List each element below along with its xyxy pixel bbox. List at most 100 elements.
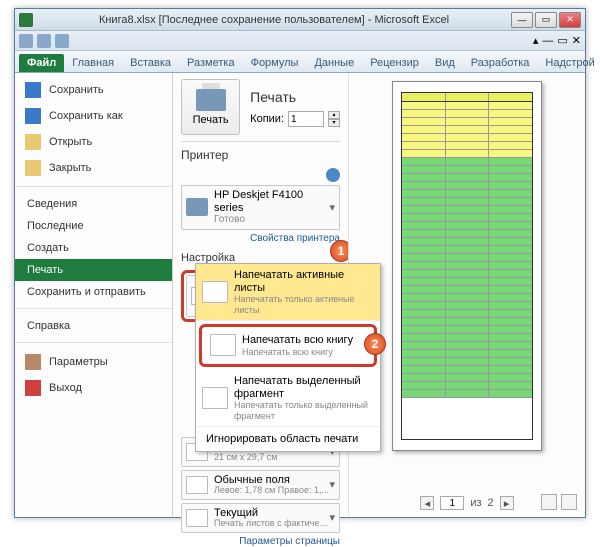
zoom-to-page-button[interactable] — [541, 494, 557, 510]
printer-small-icon — [186, 198, 208, 216]
nav-save-label: Сохранить — [49, 84, 104, 96]
scale-sub: Печать листов с фактическ... — [214, 519, 329, 529]
pager-of-label: из — [470, 497, 481, 509]
workbook-icon — [210, 334, 236, 356]
dd-entire-workbook[interactable]: Напечатать всю книгуНапечатать всю книгу — [204, 329, 372, 362]
dd-opt3-sub: Напечатать только выделенный фрагмент — [234, 400, 374, 421]
scale-selector[interactable]: ТекущийПечать листов с фактическ... ▾ — [181, 503, 340, 533]
scale-label: Текущий — [214, 507, 329, 519]
nav-options[interactable]: Параметры — [15, 349, 172, 375]
nav-recent-label: Последние — [27, 220, 84, 232]
nav-share-label: Сохранить и отправить — [27, 286, 146, 298]
nav-saveas[interactable]: Сохранить как — [15, 103, 172, 129]
pager: ◂ из 2 ▸ — [420, 496, 513, 510]
dd-opt4-label: Игнорировать область печати — [206, 433, 358, 445]
nav-share[interactable]: Сохранить и отправить — [15, 281, 172, 309]
tab-view[interactable]: Вид — [427, 54, 463, 72]
highlighted-ring-2: 2 Напечатать всю книгуНапечатать всю кни… — [199, 324, 377, 367]
qat-undo-icon[interactable] — [37, 34, 51, 48]
ribbon-tabs: Файл Главная Вставка Разметка Формулы Да… — [15, 51, 585, 73]
selection-icon — [202, 387, 228, 409]
paper-sub: 21 см x 29,7 см — [214, 453, 329, 463]
save-icon — [25, 82, 41, 98]
annotation-badge-2: 2 — [364, 333, 386, 355]
copies-spinner[interactable]: ▴▾ — [328, 111, 340, 127]
mdi-minimize-button[interactable]: — — [542, 35, 553, 47]
pager-total: 2 — [488, 497, 494, 509]
tab-file[interactable]: Файл — [19, 54, 64, 72]
nav-recent[interactable]: Последние — [15, 215, 172, 237]
nav-print-label: Печать — [27, 264, 63, 276]
excel-icon — [19, 13, 33, 27]
tab-insert[interactable]: Вставка — [122, 54, 179, 72]
backstage-nav: Сохранить Сохранить как Открыть Закрыть … — [15, 73, 173, 516]
margins-icon — [186, 476, 208, 494]
tab-addins[interactable]: Надстрой — [537, 54, 600, 72]
nav-new[interactable]: Создать — [15, 237, 172, 259]
nav-open-label: Открыть — [49, 136, 92, 148]
nav-exit-label: Выход — [49, 382, 82, 394]
minimize-button[interactable]: — — [511, 12, 533, 28]
sheets-icon — [202, 281, 228, 303]
chevron-down-icon: ▾ — [329, 511, 335, 524]
printer-heading: Принтер — [181, 148, 340, 162]
open-icon — [25, 134, 41, 150]
titlebar: Книга8.xlsx [Последнее сохранение пользо… — [15, 9, 585, 31]
nav-print[interactable]: Печать — [15, 259, 172, 281]
printer-name: HP Deskjet F4100 series — [214, 189, 329, 214]
info-icon[interactable] — [326, 168, 340, 182]
nav-close[interactable]: Закрыть — [15, 155, 172, 187]
window-title: Книга8.xlsx [Последнее сохранение пользо… — [39, 14, 509, 26]
printer-properties-link[interactable]: Свойства принтера — [181, 233, 340, 244]
close-icon — [25, 160, 41, 176]
nav-info-label: Сведения — [27, 198, 77, 210]
mdi-close-button[interactable]: ✕ — [572, 34, 581, 47]
tab-data[interactable]: Данные — [306, 54, 362, 72]
printer-selector[interactable]: HP Deskjet F4100 series Готово ▾ — [181, 185, 340, 230]
tab-developer[interactable]: Разработка — [463, 54, 538, 72]
nav-help-label: Справка — [27, 320, 70, 332]
exit-icon — [25, 380, 41, 396]
nav-save[interactable]: Сохранить — [15, 77, 172, 103]
scale-icon — [186, 509, 208, 527]
quick-access-toolbar: ▴ — ▭ ✕ — [15, 31, 585, 51]
tab-home[interactable]: Главная — [64, 54, 122, 72]
page-input[interactable] — [440, 496, 464, 510]
nav-info[interactable]: Сведения — [15, 193, 172, 215]
tab-formulas[interactable]: Формулы — [243, 54, 307, 72]
show-margins-button[interactable] — [561, 494, 577, 510]
saveas-icon — [25, 108, 41, 124]
settings-heading: Настройка 1 — [181, 250, 340, 264]
printer-icon — [196, 89, 226, 111]
ribbon-minimize-button[interactable]: ▴ — [533, 34, 539, 47]
printer-status: Готово — [214, 214, 329, 226]
print-button-label: Печать — [193, 114, 229, 126]
tab-layout[interactable]: Разметка — [179, 54, 243, 72]
mdi-restore-button[interactable]: ▭ — [557, 34, 567, 47]
maximize-button[interactable]: ▭ — [535, 12, 557, 28]
nav-options-label: Параметры — [49, 356, 108, 368]
margins-label: Обычные поля — [214, 474, 329, 486]
dd-opt1-label: Напечатать активные листы — [234, 269, 374, 294]
page-next-button[interactable]: ▸ — [500, 496, 514, 510]
copies-input[interactable] — [288, 111, 324, 127]
print-button[interactable]: Печать — [181, 79, 240, 135]
options-icon — [25, 354, 41, 370]
dd-active-sheets[interactable]: Напечатать активные листыНапечатать толь… — [196, 264, 380, 321]
qat-redo-icon[interactable] — [55, 34, 69, 48]
qat-save-icon[interactable] — [19, 34, 33, 48]
nav-open[interactable]: Открыть — [15, 129, 172, 155]
nav-new-label: Создать — [27, 242, 69, 254]
margins-selector[interactable]: Обычные поляЛевое: 1,78 см Правое: 1,...… — [181, 470, 340, 500]
close-button[interactable]: ✕ — [559, 12, 581, 28]
print-heading: Печать — [250, 89, 340, 105]
tab-review[interactable]: Рецензир — [362, 54, 427, 72]
page-setup-link[interactable]: Параметры страницы — [181, 536, 340, 547]
dd-opt2-sub: Напечатать всю книгу — [242, 347, 353, 357]
page-prev-button[interactable]: ◂ — [420, 496, 434, 510]
dd-ignore-area[interactable]: Игнорировать область печати — [196, 427, 380, 451]
print-preview: ◂ из 2 ▸ — [348, 73, 585, 516]
nav-help[interactable]: Справка — [15, 315, 172, 343]
nav-exit[interactable]: Выход — [15, 375, 172, 401]
dd-selection[interactable]: Напечатать выделенный фрагментНапечатать… — [196, 370, 380, 427]
